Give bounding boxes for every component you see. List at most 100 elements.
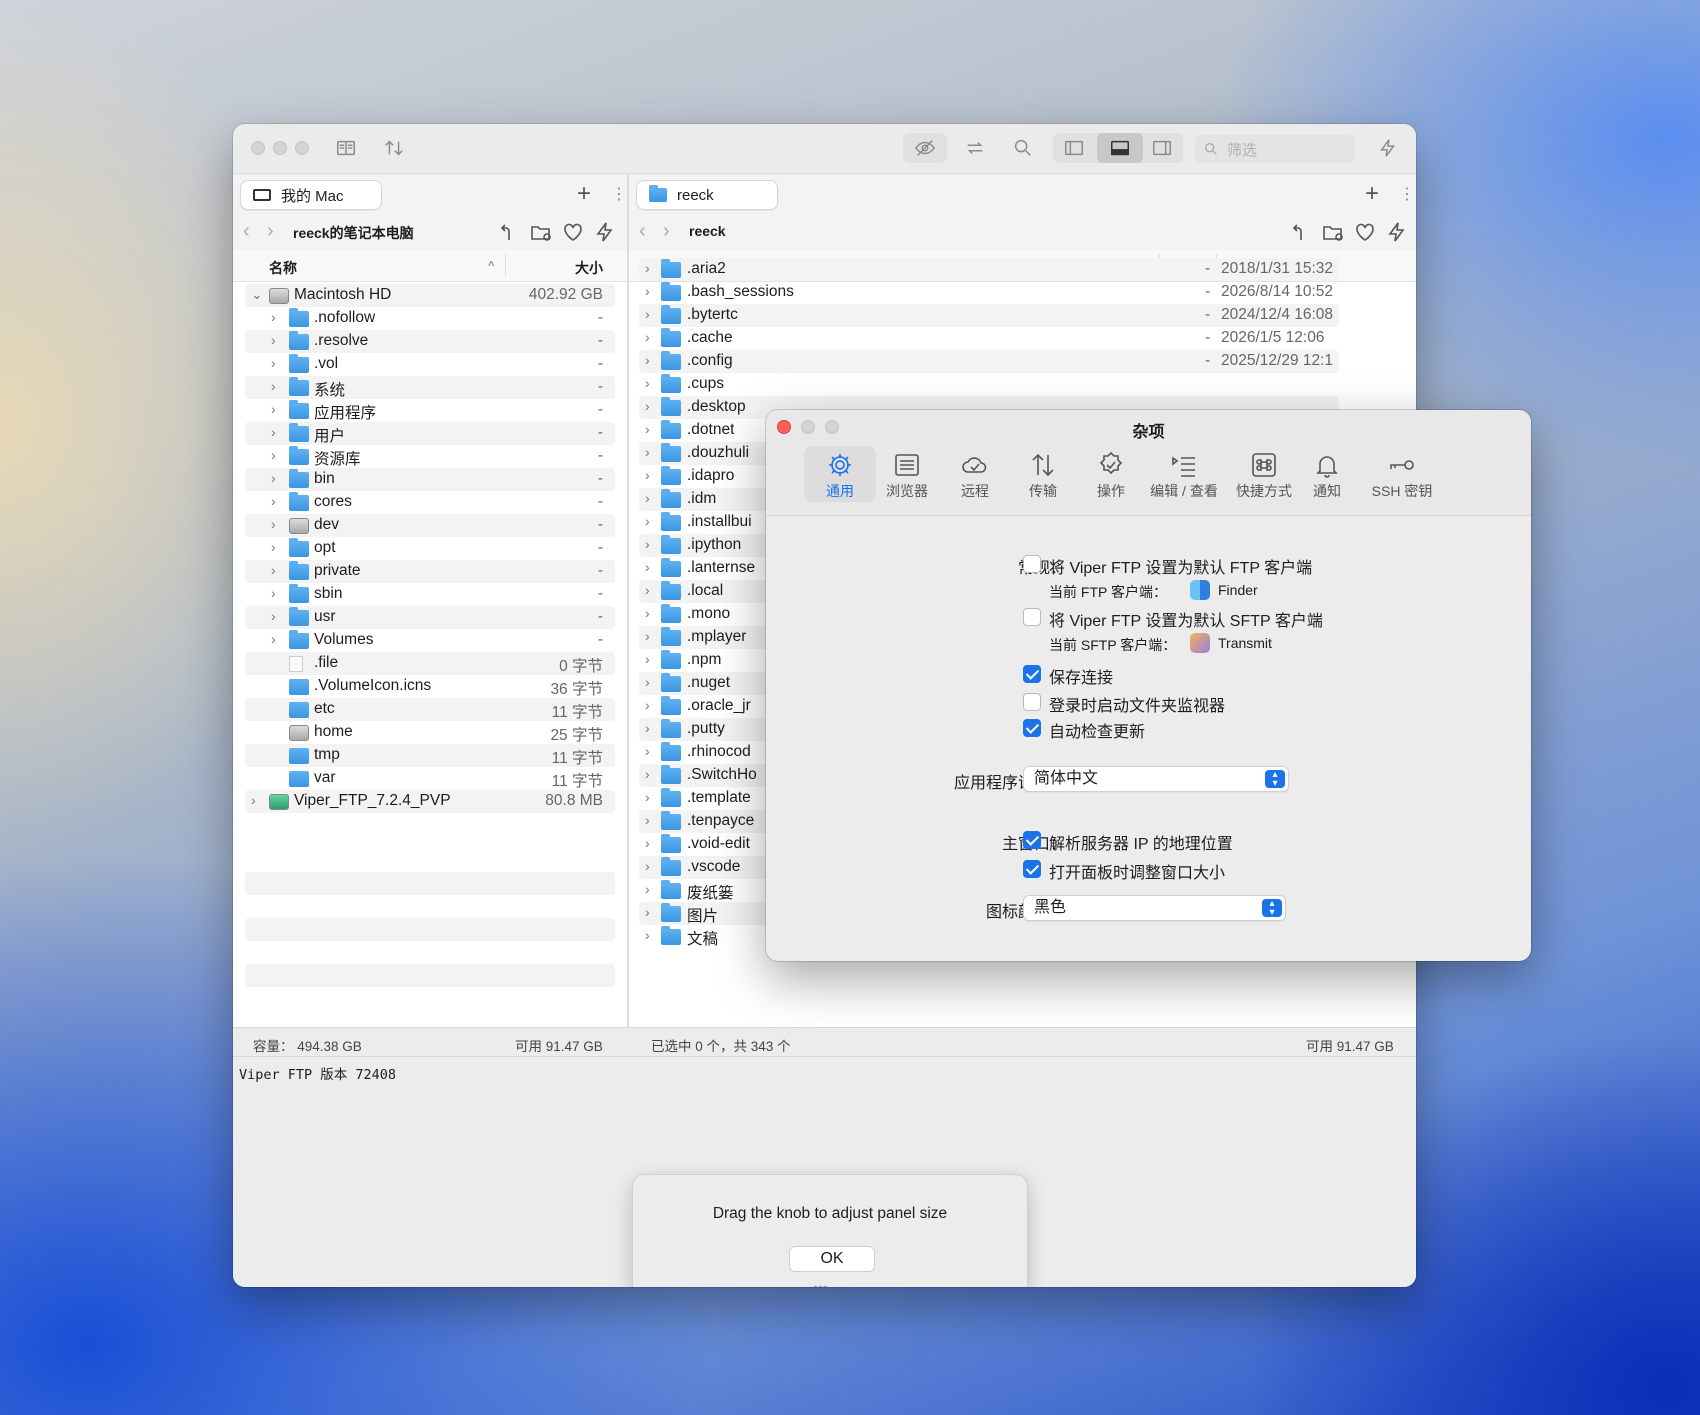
resize-window-checkbox[interactable] bbox=[1023, 860, 1041, 878]
list-item[interactable]: › .cups bbox=[639, 373, 1339, 396]
favorite-heart-icon[interactable] bbox=[1353, 220, 1377, 249]
resize-knob[interactable]: ••• bbox=[813, 1279, 828, 1287]
list-item[interactable]: › private - bbox=[245, 560, 615, 583]
search-icon[interactable] bbox=[1008, 134, 1038, 162]
tab-arrows-updown[interactable]: 传输 bbox=[1007, 446, 1079, 502]
list-item[interactable]: › .bytertc -2024/12/4 16:08 bbox=[639, 304, 1339, 327]
list-item[interactable]: .VolumeIcon.icns 36 字节 bbox=[245, 675, 615, 698]
chevron-right-icon[interactable]: › bbox=[645, 513, 650, 529]
chevron-right-icon[interactable]: › bbox=[271, 585, 276, 601]
chevron-right-icon[interactable]: › bbox=[271, 424, 276, 440]
icon-color-select[interactable]: 黑色 ▴ ▾ bbox=[1023, 895, 1286, 921]
layout-right-icon[interactable] bbox=[1147, 134, 1177, 162]
list-item[interactable]: › Viper_FTP_7.2.4_PVP 80.8 MB bbox=[245, 790, 615, 813]
chevron-right-icon[interactable]: › bbox=[645, 536, 650, 552]
tab-my-mac[interactable]: 我的 Mac bbox=[240, 180, 382, 210]
tab-gear[interactable]: 通用 bbox=[804, 446, 876, 502]
list-item[interactable]: › usr - bbox=[245, 606, 615, 629]
chevron-right-icon[interactable]: › bbox=[645, 375, 650, 391]
chevron-right-icon[interactable]: › bbox=[645, 605, 650, 621]
lightning-icon[interactable] bbox=[1373, 134, 1403, 162]
language-select[interactable]: 简体中文 ▴ ▾ bbox=[1023, 766, 1289, 792]
sync-icon[interactable] bbox=[960, 134, 990, 162]
list-item[interactable]: › .resolve - bbox=[245, 330, 615, 353]
chevron-right-icon[interactable]: › bbox=[271, 493, 276, 509]
list-item[interactable]: › 资源库 - bbox=[245, 445, 615, 468]
geo-ip-checkbox[interactable] bbox=[1023, 831, 1041, 849]
chevron-right-icon[interactable]: › bbox=[271, 562, 276, 578]
list-item[interactable]: › dev - bbox=[245, 514, 615, 537]
minimize-button[interactable] bbox=[273, 141, 287, 155]
chevron-right-icon[interactable]: › bbox=[645, 467, 650, 483]
chevron-right-icon[interactable]: › bbox=[645, 766, 650, 782]
list-item[interactable]: › cores - bbox=[245, 491, 615, 514]
forward-button[interactable]: › bbox=[663, 220, 670, 243]
list-item[interactable]: › sbin - bbox=[245, 583, 615, 606]
eye-slash-icon[interactable] bbox=[910, 134, 940, 162]
chevron-right-icon[interactable]: › bbox=[645, 881, 650, 897]
chevron-right-icon[interactable]: › bbox=[645, 927, 650, 943]
list-item[interactable]: tmp 11 字节 bbox=[245, 744, 615, 767]
back-button[interactable]: ‹ bbox=[243, 220, 250, 243]
list-item[interactable]: › .bash_sessions -2026/8/14 10:52 bbox=[639, 281, 1339, 304]
chevron-right-icon[interactable]: › bbox=[271, 447, 276, 463]
tab-list[interactable]: 浏览器 bbox=[871, 446, 943, 502]
chevron-right-icon[interactable]: › bbox=[645, 306, 650, 322]
save-connection-checkbox[interactable] bbox=[1023, 665, 1041, 683]
chevron-right-icon[interactable]: › bbox=[271, 516, 276, 532]
list-item[interactable]: .file 0 字节 bbox=[245, 652, 615, 675]
chevron-right-icon[interactable]: › bbox=[645, 858, 650, 874]
list-item[interactable]: › .cache -2026/1/5 12:06 bbox=[639, 327, 1339, 350]
chevron-right-icon[interactable]: › bbox=[271, 631, 276, 647]
list-item[interactable]: › 用户 - bbox=[245, 422, 615, 445]
chevron-down-icon[interactable]: ⌄ bbox=[251, 286, 263, 303]
up-folder-icon[interactable] bbox=[497, 220, 521, 249]
tab-key[interactable]: SSH 密钥 bbox=[1362, 446, 1442, 502]
chevron-right-icon[interactable]: › bbox=[645, 789, 650, 805]
book-icon[interactable] bbox=[331, 134, 361, 162]
lightning-icon[interactable] bbox=[1385, 220, 1409, 249]
list-item[interactable]: › .vol - bbox=[245, 353, 615, 376]
chevron-right-icon[interactable]: › bbox=[271, 401, 276, 417]
chevron-right-icon[interactable]: › bbox=[645, 490, 650, 506]
chevron-right-icon[interactable]: › bbox=[645, 835, 650, 851]
default-ftp-checkbox[interactable] bbox=[1023, 555, 1041, 573]
more-icon[interactable]: ⋮ bbox=[1399, 184, 1415, 204]
up-folder-icon[interactable] bbox=[1289, 220, 1313, 249]
sort-arrows-icon[interactable] bbox=[379, 134, 409, 162]
chevron-right-icon[interactable]: › bbox=[645, 260, 650, 276]
chevron-right-icon[interactable]: › bbox=[645, 697, 650, 713]
layout-left-icon[interactable] bbox=[1059, 134, 1089, 162]
back-button[interactable]: ‹ bbox=[639, 220, 646, 243]
chevron-right-icon[interactable]: › bbox=[271, 332, 276, 348]
list-item[interactable]: › bin - bbox=[245, 468, 615, 491]
chevron-right-icon[interactable]: › bbox=[645, 283, 650, 299]
list-item[interactable]: › .config -2025/12/29 12:1 bbox=[639, 350, 1339, 373]
chevron-right-icon[interactable]: › bbox=[645, 812, 650, 828]
chevron-right-icon[interactable]: › bbox=[645, 398, 650, 414]
chevron-right-icon[interactable]: › bbox=[645, 421, 650, 437]
tab-cloud-check[interactable]: 远程 bbox=[939, 446, 1011, 502]
col-size-header[interactable]: 大小 bbox=[575, 258, 603, 278]
list-item[interactable]: etc 11 字节 bbox=[245, 698, 615, 721]
list-item[interactable]: › .aria2 -2018/1/31 15:32 bbox=[639, 258, 1339, 281]
lightning-icon[interactable] bbox=[593, 220, 617, 249]
tab-play-list[interactable]: 编辑 / 查看 bbox=[1144, 446, 1224, 502]
tab-checkmark-badge[interactable]: 操作 bbox=[1075, 446, 1147, 502]
add-tab-button[interactable]: + bbox=[1365, 180, 1379, 208]
tab-reeck[interactable]: reeck bbox=[636, 180, 778, 210]
chevron-right-icon[interactable]: › bbox=[645, 904, 650, 920]
close-button[interactable] bbox=[251, 141, 265, 155]
col-name-header[interactable]: 名称 bbox=[269, 258, 297, 278]
forward-button[interactable]: › bbox=[267, 220, 274, 243]
chevron-right-icon[interactable]: › bbox=[271, 309, 276, 325]
list-item[interactable]: › 应用程序 - bbox=[245, 399, 615, 422]
chevron-right-icon[interactable]: › bbox=[645, 674, 650, 690]
list-item[interactable]: var 11 字节 bbox=[245, 767, 615, 790]
chevron-right-icon[interactable]: › bbox=[645, 628, 650, 644]
login-watch-checkbox[interactable] bbox=[1023, 693, 1041, 711]
chevron-right-icon[interactable]: › bbox=[271, 355, 276, 371]
chevron-right-icon[interactable]: › bbox=[271, 470, 276, 486]
default-sftp-checkbox[interactable] bbox=[1023, 608, 1041, 626]
chevron-right-icon[interactable]: › bbox=[271, 378, 276, 394]
